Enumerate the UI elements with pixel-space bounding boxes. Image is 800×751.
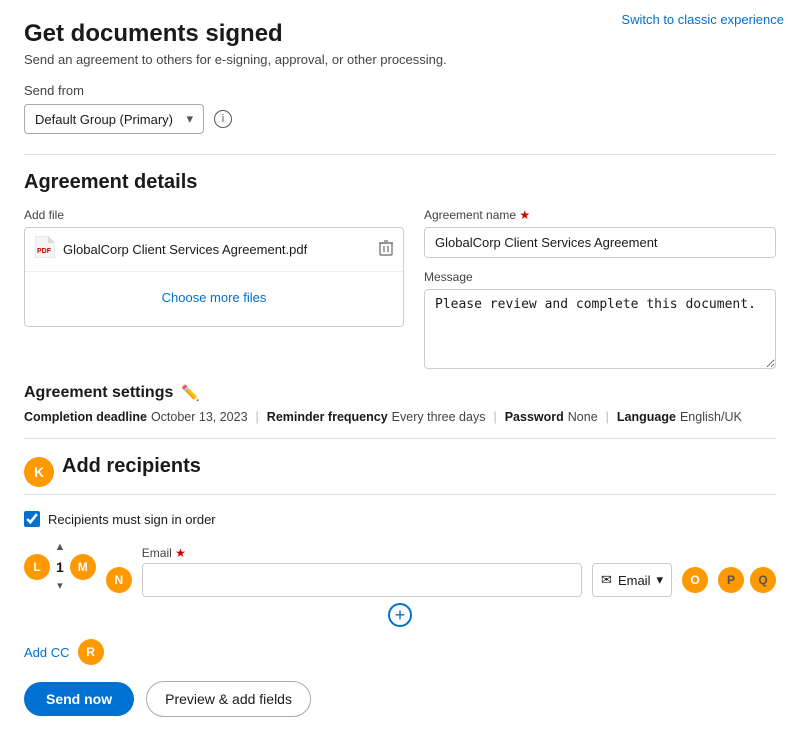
message-textarea[interactable]: Please review and complete this document… — [424, 289, 776, 369]
info-icon[interactable]: i — [214, 110, 232, 128]
file-item: PDF GlobalCorp Client Services Agreement… — [25, 228, 403, 272]
send-now-button[interactable]: Send now — [24, 682, 134, 716]
agreement-name-label: Agreement name ★ — [424, 208, 776, 222]
send-from-dropdown[interactable]: Default Group (Primary) ▾ — [24, 104, 204, 134]
svg-text:PDF: PDF — [37, 248, 52, 255]
switch-classic-link[interactable]: Switch to classic experience — [621, 12, 784, 27]
recipient-number: 1 — [56, 559, 64, 575]
annotation-p: P — [718, 567, 744, 593]
email-input[interactable] — [142, 563, 582, 597]
chevron-down-icon: ▾ — [186, 111, 193, 127]
sign-in-order-checkbox[interactable] — [24, 511, 40, 527]
annotation-r: R — [78, 639, 104, 665]
annotation-o: O — [682, 567, 708, 593]
file-name: GlobalCorp Client Services Agreement.pdf — [63, 242, 371, 257]
page-subtitle: Send an agreement to others for e-signin… — [24, 52, 776, 67]
annotation-m: M — [70, 554, 96, 580]
chevron-down-icon[interactable]: ▾ — [57, 580, 63, 593]
section-divider-3 — [24, 494, 776, 495]
add-file-label: Add file — [24, 208, 404, 222]
email-field-label: Email ★ — [142, 546, 582, 560]
add-recipient-row: + — [24, 603, 776, 627]
message-label: Message — [424, 270, 776, 284]
preview-add-fields-button[interactable]: Preview & add fields — [146, 681, 311, 717]
pdf-icon: PDF — [35, 236, 55, 263]
settings-meta: Completion deadline October 13, 2023 | R… — [24, 410, 776, 424]
agreement-settings-title: Agreement settings — [24, 384, 173, 402]
sign-in-order-label: Recipients must sign in order — [48, 512, 216, 527]
agreement-name-input[interactable] — [424, 227, 776, 258]
agreement-details-title: Agreement details — [24, 171, 776, 194]
chevron-up-icon[interactable]: ▲ — [54, 541, 65, 554]
choose-more-files[interactable]: Choose more files — [25, 272, 403, 323]
add-cc-link[interactable]: Add CC — [24, 645, 70, 660]
annotation-n: N — [106, 567, 132, 593]
annotation-q: Q — [750, 567, 776, 593]
email-type-dropdown[interactable]: ✉ Email ▾ — [592, 563, 672, 597]
email-type-label: Email — [618, 573, 651, 588]
delete-file-icon[interactable] — [379, 240, 393, 259]
add-recipient-button[interactable]: + — [388, 603, 412, 627]
annotation-l: L — [24, 554, 50, 580]
add-recipients-title: Add recipients — [62, 455, 201, 478]
edit-settings-icon[interactable]: ✏️ — [181, 384, 200, 402]
file-box: PDF GlobalCorp Client Services Agreement… — [24, 227, 404, 327]
send-from-label: Send from — [24, 83, 776, 98]
section-divider-2 — [24, 438, 776, 439]
envelope-icon: ✉ — [601, 572, 612, 588]
send-from-value: Default Group (Primary) — [35, 112, 173, 127]
section-divider — [24, 154, 776, 155]
email-type-chevron-icon: ▾ — [656, 572, 663, 588]
annotation-k: K — [24, 457, 54, 487]
